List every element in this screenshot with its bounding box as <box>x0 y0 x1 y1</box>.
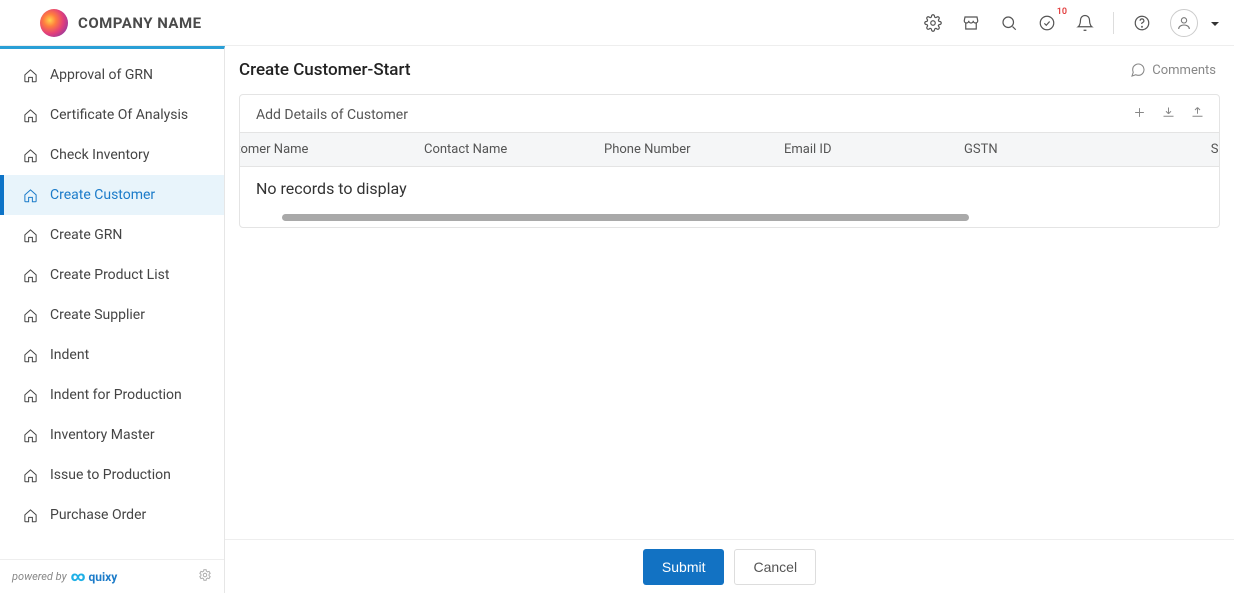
home-icon <box>22 67 38 83</box>
horizontal-scrollbar-track <box>280 214 1179 221</box>
sidebar-item-label: Inventory Master <box>50 427 155 443</box>
panel-title: Add Details of Customer <box>256 107 408 123</box>
sidebar: Approval of GRN Certificate Of Analysis … <box>0 46 225 593</box>
page-header: Create Customer-Start Comments <box>225 46 1234 90</box>
customer-details-panel: Add Details of Customer Customer Name <box>239 94 1220 228</box>
sidebar-item-check-inventory[interactable]: Check Inventory <box>0 135 224 175</box>
profile-dropdown-caret-icon[interactable] <box>1210 17 1222 29</box>
sidebar-item-issue-to-production[interactable]: Issue to Production <box>0 455 224 495</box>
hamburger-icon[interactable] <box>10 13 30 33</box>
sidebar-item-label: Indent for Production <box>50 387 182 403</box>
quixy-logo: ∞ quixy <box>71 570 118 584</box>
sidebar-item-label: Create Customer <box>50 187 155 203</box>
home-icon <box>22 187 38 203</box>
sidebar-item-purchase-order[interactable]: Purchase Order <box>0 495 224 535</box>
store-icon[interactable] <box>961 13 981 33</box>
infinity-icon: ∞ <box>71 570 86 584</box>
column-gstn: GSTN <box>952 142 1132 157</box>
sidebar-settings-gear-icon[interactable] <box>198 568 212 585</box>
company-name: COMPANY NAME <box>78 14 202 32</box>
bell-icon[interactable] <box>1075 13 1095 33</box>
sidebar-item-label: Create GRN <box>50 227 122 243</box>
column-contact-name: Contact Name <box>412 142 592 157</box>
app-header: COMPANY NAME 10 <box>0 0 1234 46</box>
home-icon <box>22 107 38 123</box>
header-divider <box>1113 12 1114 34</box>
column-shipping-address: Shipping Address <box>1132 142 1219 157</box>
sidebar-item-inventory-master[interactable]: Inventory Master <box>0 415 224 455</box>
home-icon <box>22 147 38 163</box>
home-icon <box>22 427 38 443</box>
table-header-row: Customer Name Contact Name Phone Number … <box>240 132 1219 167</box>
panel-actions <box>1132 105 1205 124</box>
home-icon <box>22 227 38 243</box>
table-body: No records to display <box>240 167 1219 212</box>
help-icon[interactable] <box>1132 13 1152 33</box>
panel-header: Add Details of Customer <box>240 95 1219 132</box>
home-icon <box>22 387 38 403</box>
comments-label: Comments <box>1152 63 1216 78</box>
sidebar-item-approval-of-grn[interactable]: Approval of GRN <box>0 55 224 95</box>
sidebar-item-label: Create Supplier <box>50 307 145 323</box>
sidebar-item-label: Create Product List <box>50 267 169 283</box>
sidebar-item-label: Approval of GRN <box>50 67 153 83</box>
home-icon <box>22 467 38 483</box>
sidebar-item-create-supplier[interactable]: Create Supplier <box>0 295 224 335</box>
sidebar-item-create-product-list[interactable]: Create Product List <box>0 255 224 295</box>
settings-gear-icon[interactable] <box>923 13 943 33</box>
horizontal-scrollbar-thumb[interactable] <box>282 214 969 221</box>
home-icon <box>22 347 38 363</box>
sidebar-item-indent[interactable]: Indent <box>0 335 224 375</box>
column-phone-number: Phone Number <box>592 142 772 157</box>
upload-icon[interactable] <box>1190 105 1205 124</box>
sidebar-item-indent-for-production[interactable]: Indent for Production <box>0 375 224 415</box>
sidebar-item-label: Indent <box>50 347 89 363</box>
header-icon-group: 10 <box>923 9 1222 37</box>
comments-icon <box>1130 62 1146 78</box>
add-row-icon[interactable] <box>1132 105 1147 124</box>
sidebar-item-label: Issue to Production <box>50 467 171 483</box>
download-icon[interactable] <box>1161 105 1176 124</box>
sidebar-item-label: Purchase Order <box>50 507 146 523</box>
form-footer: Submit Cancel <box>225 539 1234 593</box>
company-logo <box>40 9 68 37</box>
column-email-id: Email ID <box>772 142 952 157</box>
page-title: Create Customer-Start <box>239 60 411 80</box>
home-icon <box>22 307 38 323</box>
home-icon <box>22 267 38 283</box>
tasks-check-icon[interactable]: 10 <box>1037 13 1057 33</box>
sidebar-list: Approval of GRN Certificate Of Analysis … <box>0 49 224 559</box>
main-content: Create Customer-Start Comments Add Detai… <box>225 46 1234 593</box>
powered-by-label: powered by ∞ quixy <box>12 570 117 584</box>
sidebar-item-label: Check Inventory <box>50 147 149 163</box>
no-records-text: No records to display <box>240 179 1219 198</box>
sidebar-item-label: Certificate Of Analysis <box>50 107 188 123</box>
table-wrap: Customer Name Contact Name Phone Number … <box>240 132 1219 227</box>
column-customer-name: Customer Name <box>240 142 412 157</box>
submit-button[interactable]: Submit <box>643 549 725 585</box>
sidebar-item-certificate-of-analysis[interactable]: Certificate Of Analysis <box>0 95 224 135</box>
sidebar-item-create-grn[interactable]: Create GRN <box>0 215 224 255</box>
cancel-button[interactable]: Cancel <box>734 549 816 585</box>
sidebar-item-create-customer[interactable]: Create Customer <box>0 175 224 215</box>
notification-badge: 10 <box>1057 7 1067 17</box>
comments-button[interactable]: Comments <box>1130 62 1216 78</box>
profile-avatar[interactable] <box>1170 9 1198 37</box>
search-icon[interactable] <box>999 13 1019 33</box>
home-icon <box>22 507 38 523</box>
sidebar-footer: powered by ∞ quixy <box>0 559 224 593</box>
